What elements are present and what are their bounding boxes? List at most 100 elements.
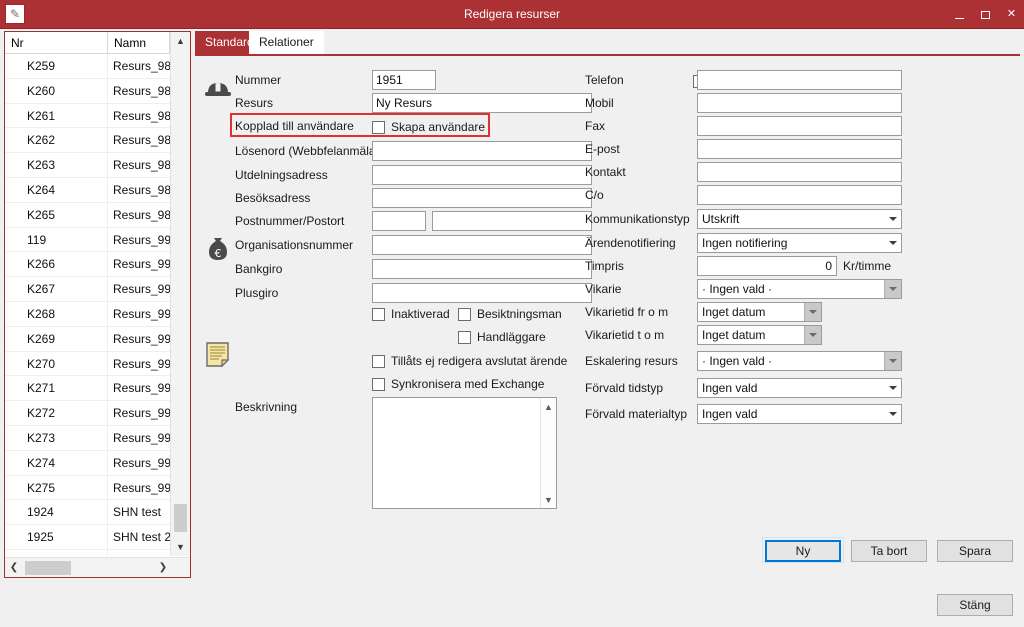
svg-text:€: € [215, 247, 222, 260]
chevron-down-icon[interactable] [889, 386, 897, 390]
calendar-dropdown-icon[interactable] [804, 326, 821, 344]
cell-namn: Resurs_994 [113, 356, 170, 371]
select-eskalering-resurs[interactable]: · Ingen vald · [697, 351, 902, 371]
input-kontakt[interactable] [697, 162, 902, 182]
select-forvald-materialtyp[interactable]: Ingen vald [697, 404, 902, 424]
spara-button[interactable]: Spara [937, 540, 1013, 562]
label-plusgiro: Plusgiro [235, 286, 279, 300]
table-row[interactable]: K264 Resurs_988 [5, 177, 170, 203]
horizontal-scroll-thumb[interactable] [25, 561, 71, 575]
list-vertical-scrollbar[interactable]: ▲ ▼ [170, 32, 190, 556]
input-postort[interactable] [432, 211, 592, 231]
select-vikarie[interactable]: · Ingen vald · [697, 279, 902, 299]
chevron-down-icon[interactable] [889, 217, 897, 221]
checkbox-tillats-ej-redigera[interactable]: Tillåts ej redigera avslutat ärende [372, 352, 567, 370]
field-bankgiro: Bankgiro [235, 258, 592, 281]
ny-button[interactable]: Ny [765, 540, 841, 562]
tab-relationer[interactable]: Relationer [249, 31, 324, 54]
datepicker-vikarietid-tom[interactable]: Inget datum [697, 325, 822, 345]
chevron-down-icon[interactable] [884, 352, 901, 370]
list-horizontal-scrollbar[interactable]: ❮ ❯ [5, 557, 190, 577]
table-row[interactable]: 1924 SHN test [5, 500, 170, 526]
checkbox-skapa-anvandare[interactable]: Skapa användare [372, 118, 485, 136]
checkbox-inaktiverad[interactable]: Inaktiverad [372, 305, 450, 323]
resource-list[interactable]: K259 Resurs_983 K260 Resurs_984 K261 Resurs_9… [5, 54, 170, 556]
beskrivning-scrollbar[interactable]: ▲ ▼ [540, 398, 556, 508]
table-row[interactable]: K269 Resurs_993 [5, 326, 170, 352]
input-organisationsnummer[interactable] [372, 235, 592, 255]
stang-button[interactable]: Stäng [937, 594, 1013, 616]
cell-namn: Resurs_998 [113, 455, 170, 470]
label-fax: Fax [585, 119, 606, 133]
table-row[interactable]: K261 Resurs_985 [5, 103, 170, 129]
table-row[interactable]: 1927SHN test ny [5, 549, 170, 556]
input-bankgiro[interactable] [372, 259, 592, 279]
checkbox-inaktiverad-box[interactable] [372, 307, 385, 321]
ta-bort-button[interactable]: Ta bort [851, 540, 927, 562]
maximize-button[interactable] [979, 8, 992, 21]
table-row[interactable]: K267 Resurs_991 [5, 277, 170, 302]
cell-nr: K274 [5, 450, 108, 475]
input-losenord[interactable] [372, 141, 592, 161]
field-postnummer-postort: Postnummer/Postort [235, 210, 592, 233]
input-besoksadress[interactable] [372, 188, 592, 208]
calendar-dropdown-icon[interactable] [804, 303, 821, 321]
input-plusgiro[interactable] [372, 283, 592, 303]
table-row[interactable]: K260 Resurs_984 [5, 78, 170, 104]
checkbox-besiktningsman[interactable]: Besiktningsman [458, 305, 562, 323]
input-utdelningsadress[interactable] [372, 165, 592, 185]
field-organisationsnummer: Organisationsnummer [235, 234, 592, 257]
checkbox-synkronisera-exchange-box[interactable] [372, 377, 385, 391]
scroll-down-icon[interactable]: ▼ [541, 492, 556, 507]
select-forvald-tidstyp[interactable]: Ingen vald [697, 378, 902, 398]
table-row[interactable]: K265 Resurs_989 [5, 202, 170, 228]
checkbox-tillats-ej-redigera-box[interactable] [372, 354, 385, 368]
table-row[interactable]: K270 Resurs_994 [5, 351, 170, 377]
scroll-left-icon[interactable]: ❮ [5, 558, 23, 577]
column-header-nr[interactable]: Nr [5, 32, 108, 54]
table-row[interactable]: K272 Resurs_996 [5, 401, 170, 426]
chevron-down-icon[interactable] [889, 241, 897, 245]
table-row[interactable]: K262 Resurs_986 [5, 128, 170, 154]
input-resurs[interactable] [372, 93, 592, 113]
input-fax[interactable] [697, 116, 902, 136]
input-postnummer[interactable] [372, 211, 426, 231]
table-row[interactable]: K268 Resurs_992 [5, 301, 170, 327]
input-telefon[interactable] [697, 70, 902, 90]
checkbox-synkronisera-exchange[interactable]: Synkronisera med Exchange [372, 375, 544, 393]
close-button[interactable]: ✕ [1005, 8, 1018, 21]
input-beskrivning[interactable]: ▲ ▼ [372, 397, 557, 509]
checkbox-skapa-anvandare-box[interactable] [372, 120, 385, 134]
table-row[interactable]: K273 Resurs_997 [5, 425, 170, 451]
cell-namn: Resurs_995 [113, 381, 170, 396]
input-mobil[interactable] [697, 93, 902, 113]
scroll-up-icon[interactable]: ▲ [541, 399, 556, 414]
select-kommunikationstyp[interactable]: Utskrift [697, 209, 902, 229]
input-epost[interactable] [697, 139, 902, 159]
input-nummer[interactable] [372, 70, 436, 90]
table-row[interactable]: K275 Resurs_999 [5, 475, 170, 501]
chevron-down-icon[interactable] [884, 280, 901, 298]
checkbox-besiktningsman-box[interactable] [458, 307, 471, 321]
scroll-right-icon[interactable]: ❯ [154, 558, 172, 577]
scroll-down-icon[interactable]: ▼ [171, 538, 190, 556]
minimize-button[interactable] [953, 8, 966, 21]
select-arendenotifiering[interactable]: Ingen notifiering [697, 233, 902, 253]
datepicker-vikarietid-fran[interactable]: Inget datum [697, 302, 822, 322]
vertical-scroll-thumb[interactable] [174, 504, 187, 532]
table-row[interactable]: 1925 SHN test 2 [5, 525, 170, 550]
input-co[interactable] [697, 185, 902, 205]
table-row[interactable]: K259 Resurs_983 [5, 54, 170, 79]
table-row[interactable]: K274 Resurs_998 [5, 450, 170, 476]
chevron-down-icon[interactable] [889, 412, 897, 416]
table-row[interactable]: K266 Resurs_990 [5, 252, 170, 278]
table-row[interactable]: 119 Resurs_99 [5, 227, 170, 253]
scroll-up-icon[interactable]: ▲ [171, 32, 190, 50]
window-controls: ✕ [953, 0, 1018, 29]
column-header-namn[interactable]: Namn [108, 32, 170, 54]
table-row[interactable]: K271 Resurs_995 [5, 376, 170, 402]
checkbox-handlaggare-box[interactable] [458, 330, 471, 344]
table-row[interactable]: K263 Resurs_987 [5, 153, 170, 178]
checkbox-handlaggare[interactable]: Handläggare [458, 328, 546, 346]
input-timpris[interactable] [697, 256, 837, 276]
